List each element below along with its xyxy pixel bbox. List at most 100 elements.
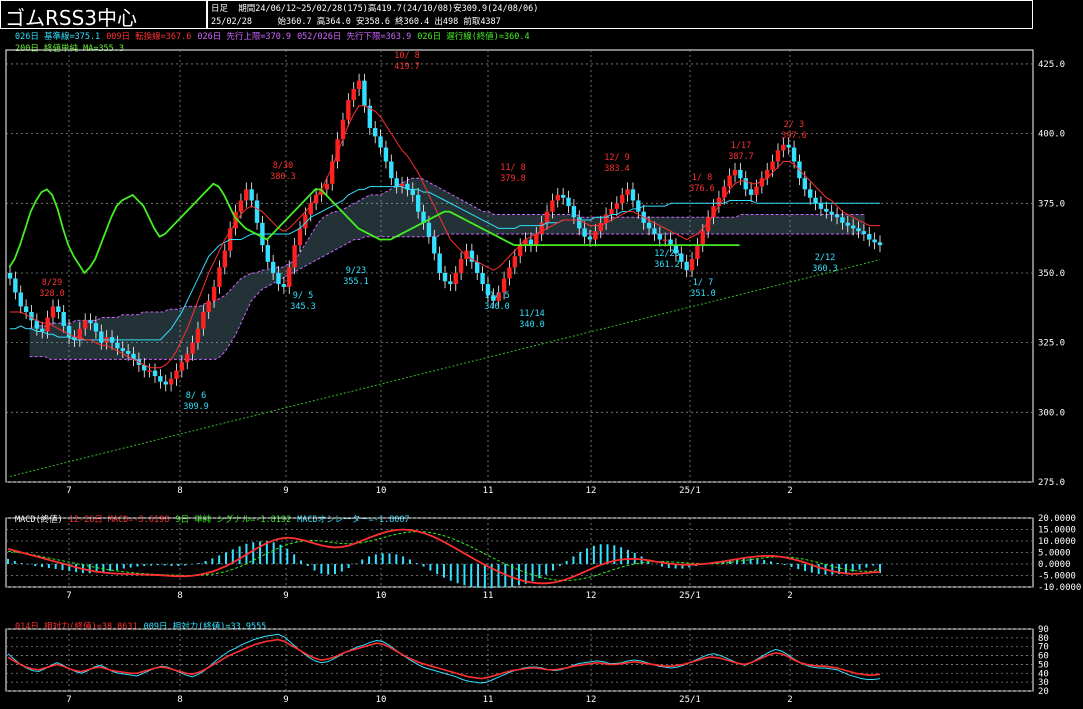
candle-body	[662, 239, 668, 242]
y-tick-label-1-5: -5.0000	[1038, 572, 1076, 582]
candle-body	[834, 214, 840, 218]
panel-frame-0	[5, 49, 1034, 483]
ichimoku-cloud	[29, 178, 865, 360]
candle-body	[587, 236, 593, 240]
y-tick-label-0-2: 375.0	[1038, 199, 1065, 209]
candle-body	[287, 267, 292, 287]
candle-body	[254, 200, 260, 223]
x-tick-label-0-0: 7	[66, 486, 71, 496]
candle-body	[743, 178, 748, 190]
candle-body	[356, 80, 362, 90]
candle-body	[582, 228, 587, 237]
candle-body	[453, 272, 458, 285]
x-tick-label-2-3: 10	[376, 695, 387, 705]
candle-body	[507, 267, 512, 279]
x-tick-label-0-2: 9	[283, 486, 288, 496]
annotation-value-2: 380.3	[270, 172, 296, 182]
candle-body	[346, 100, 351, 120]
annotation-value-4: 355.1	[343, 277, 369, 287]
candle-body	[781, 144, 786, 151]
candle-body	[534, 233, 539, 246]
candle-body	[201, 311, 206, 329]
annotation-date-2: 8/30	[273, 161, 293, 171]
x-tick-label-2-5: 12	[586, 695, 597, 705]
ma200-line	[9, 259, 881, 477]
annotation-value-14: 397.6	[781, 131, 807, 141]
x-tick-label-2-0: 7	[66, 695, 71, 705]
annotation-date-0: 8/29	[42, 278, 62, 288]
candle-body	[351, 89, 356, 101]
candle-body	[265, 245, 270, 262]
annotation-date-13: 1/17	[731, 141, 751, 151]
x-tick-label-1-6: 25/1	[679, 591, 701, 601]
candle-body	[244, 189, 249, 201]
candle-body	[475, 261, 480, 273]
candle-body	[824, 208, 829, 212]
candle-body	[50, 306, 56, 318]
annotation-value-9: 383.4	[604, 164, 630, 174]
candle-body	[845, 222, 850, 226]
x-tick-label-1-7: 2	[787, 591, 792, 601]
candle-body	[458, 259, 464, 273]
candle-body	[195, 328, 201, 343]
candle-body	[174, 370, 179, 379]
candle-body	[281, 284, 287, 287]
x-tick-label-0-6: 25/1	[679, 486, 701, 496]
candle-body	[45, 317, 50, 332]
annotation-value-8: 340.0	[519, 320, 545, 330]
x-tick-label-1-3: 10	[376, 591, 387, 601]
candle-body	[770, 161, 775, 170]
x-tick-label-2-4: 11	[483, 695, 494, 705]
candle-body	[630, 189, 636, 201]
y-tick-label-1-0: 20.0000	[1038, 514, 1076, 524]
annotation-date-9: 12/ 9	[604, 153, 630, 163]
x-tick-label-0-4: 11	[483, 486, 494, 496]
candle-body	[829, 211, 834, 215]
candle-body	[152, 370, 158, 377]
annotation-date-5: 10/ 8	[394, 51, 420, 61]
x-tick-label-2-2: 9	[283, 695, 288, 705]
annotation-date-10: 12/23	[654, 249, 680, 259]
candle-body	[120, 348, 125, 352]
candle-body	[614, 203, 620, 209]
candle-body	[625, 189, 630, 195]
candle-body	[7, 272, 13, 279]
chart-canvas: 425.0 400.0 375.0 350.0 325.0 300.0 275.0 7 8 9 10…	[5, 49, 1081, 705]
candle-body	[61, 311, 66, 326]
candle-body	[211, 286, 217, 301]
candle-body	[775, 150, 781, 162]
candle-body	[56, 306, 61, 312]
candle-body	[249, 189, 254, 201]
candle-body	[512, 256, 518, 268]
rsi14-line	[7, 638, 881, 680]
annotation-value-10: 361.2	[654, 260, 680, 270]
candle-body	[82, 320, 88, 329]
candle-body	[93, 323, 99, 332]
rsi9-line	[7, 633, 881, 684]
y-tick-label-1-3: 5.0000	[1038, 549, 1071, 559]
candle-body	[759, 178, 765, 187]
candle-body	[442, 272, 448, 282]
x-tick-label-0-7: 2	[787, 486, 792, 496]
candle-body	[394, 178, 399, 187]
candle-body	[807, 189, 813, 198]
candle-body	[448, 281, 453, 285]
x-tick-label-1-1: 8	[177, 591, 182, 601]
candle-body	[362, 80, 367, 106]
candle-body	[185, 353, 190, 363]
candle-body	[867, 233, 872, 240]
candle-body	[544, 211, 550, 223]
candle-body	[23, 306, 29, 312]
annotation-date-6: 11/ 8	[500, 163, 526, 173]
annotation-value-13: 387.7	[728, 152, 754, 162]
annotation-value-6: 379.8	[500, 174, 526, 184]
annotation-value-3: 345.3	[290, 302, 316, 312]
x-tick-label-2-1: 8	[177, 695, 182, 705]
y-tick-label-0-1: 400.0	[1038, 130, 1065, 140]
annotation-date-12: 1/ 7	[693, 278, 713, 288]
y-tick-label-0-5: 300.0	[1038, 408, 1065, 418]
candle-body	[598, 222, 603, 232]
candle-body	[330, 161, 335, 184]
y-tick-label-1-1: 15.0000	[1038, 526, 1076, 536]
candle-body	[748, 189, 754, 195]
